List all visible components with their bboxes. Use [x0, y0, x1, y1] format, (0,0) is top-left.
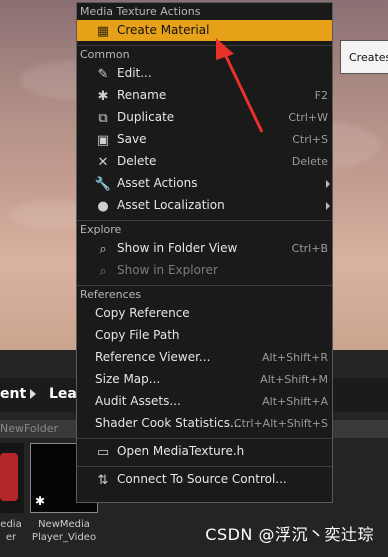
watermark: CSDN @浮沉丶奕辻琮 — [205, 525, 374, 544]
annotation-arrow-head — [216, 38, 234, 60]
annotation-arrow — [216, 38, 264, 133]
annotation-arrow-line — [222, 51, 264, 133]
